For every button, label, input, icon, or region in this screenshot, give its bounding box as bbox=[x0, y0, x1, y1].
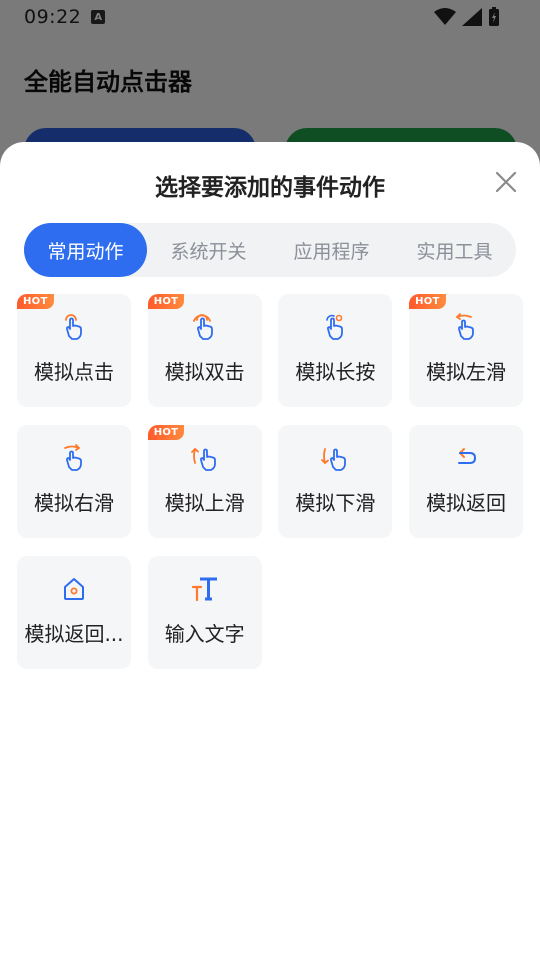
action-picker-sheet: 选择要添加的事件动作 常用动作 系统开关 应用程序 实用工具 HOT 模拟点击 … bbox=[0, 142, 540, 960]
action-back[interactable]: 模拟返回 bbox=[409, 425, 524, 538]
back-arrow-icon bbox=[458, 448, 477, 464]
swipe-up-hand-icon bbox=[190, 448, 216, 471]
action-tap[interactable]: HOT 模拟点击 bbox=[17, 294, 131, 407]
double-tap-hand-icon bbox=[192, 314, 213, 340]
action-swipe-down[interactable]: 模拟下滑 bbox=[278, 425, 393, 538]
hot-badge: HOT bbox=[409, 294, 446, 309]
hot-badge: HOT bbox=[147, 294, 185, 309]
home-icon bbox=[64, 578, 84, 600]
swipe-down-hand-icon bbox=[321, 448, 347, 471]
action-label: 模拟上滑 bbox=[164, 491, 245, 515]
action-label: 模拟返回... bbox=[24, 622, 124, 646]
action-swipe-up[interactable]: HOT 模拟上滑 bbox=[147, 425, 262, 538]
swipe-left-hand-icon bbox=[456, 313, 474, 340]
action-long-press[interactable]: 模拟长按 bbox=[278, 294, 393, 407]
action-label: 输入文字 bbox=[164, 622, 245, 646]
action-label: 模拟下滑 bbox=[295, 491, 376, 515]
action-grid: HOT 模拟点击 HOT 模拟双击 模拟长按 HOT 模拟左滑 模拟右滑 HOT… bbox=[17, 294, 524, 669]
action-label: 模拟双击 bbox=[164, 360, 245, 384]
tap-hand-icon bbox=[65, 314, 82, 340]
hot-badge: HOT bbox=[17, 294, 54, 309]
tab-system-switches[interactable]: 系统开关 bbox=[147, 223, 270, 277]
swipe-right-hand-icon bbox=[64, 444, 82, 471]
close-icon[interactable] bbox=[494, 170, 518, 194]
action-back-home[interactable]: 模拟返回... bbox=[17, 556, 131, 669]
action-label: 模拟返回 bbox=[426, 491, 507, 515]
action-label: 模拟左滑 bbox=[426, 360, 507, 384]
action-label: 模拟长按 bbox=[295, 360, 376, 384]
action-label: 模拟点击 bbox=[34, 360, 114, 384]
action-double-tap[interactable]: HOT 模拟双击 bbox=[147, 294, 262, 407]
tab-utilities[interactable]: 实用工具 bbox=[393, 223, 516, 277]
long-press-hand-icon bbox=[326, 314, 344, 340]
action-input-text[interactable]: 输入文字 bbox=[147, 556, 262, 669]
sheet-title: 选择要添加的事件动作 bbox=[155, 175, 385, 201]
tab-common-actions[interactable]: 常用动作 bbox=[24, 223, 147, 277]
hot-badge: HOT bbox=[147, 425, 185, 440]
action-swipe-right[interactable]: 模拟右滑 bbox=[17, 425, 131, 538]
action-label: 模拟右滑 bbox=[34, 491, 114, 515]
action-swipe-left[interactable]: HOT 模拟左滑 bbox=[409, 294, 524, 407]
category-tabs: 常用动作 系统开关 应用程序 实用工具 bbox=[24, 223, 516, 277]
tab-applications[interactable]: 应用程序 bbox=[270, 223, 393, 277]
text-input-icon bbox=[191, 577, 217, 602]
